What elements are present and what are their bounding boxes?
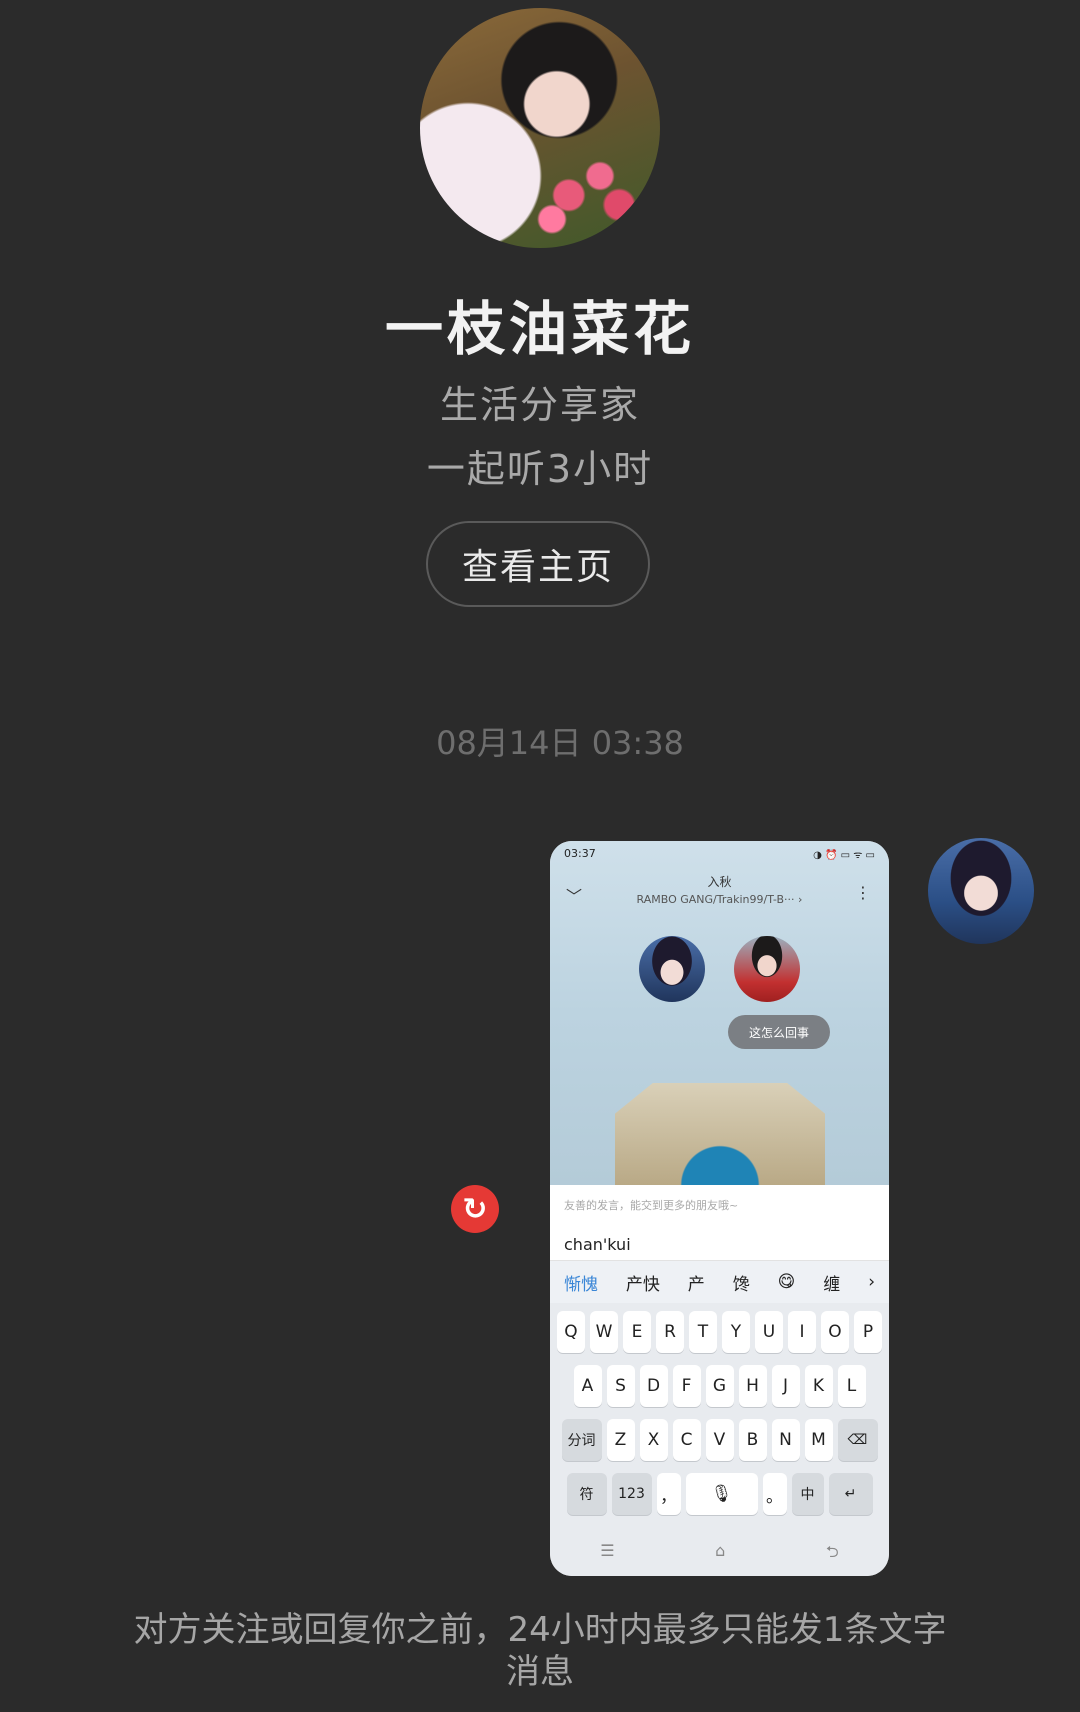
screenshot-image-message[interactable]: 03:37 ◑ ⏰ ▭ ᯤ ▭ ﹀ 入秋 RAMBO GANG/Trakin99… <box>550 841 889 1576</box>
screenshot-nav-bar: ☰ ⌂ ⮌ <box>550 1541 889 1568</box>
message-timestamp: 08月14日 03:38 <box>436 724 684 762</box>
key: U <box>755 1311 783 1353</box>
retry-icon[interactable]: ↻ <box>451 1185 499 1233</box>
key: T <box>689 1311 717 1353</box>
key: A <box>573 1365 602 1407</box>
backspace-icon: ⌫ <box>837 1419 878 1461</box>
profile-bio: 生活分享家 <box>439 383 640 427</box>
screenshot-avatar-2 <box>734 936 800 1002</box>
screenshot-status-icons: ◑ ⏰ ▭ ᯤ ▭ <box>813 850 875 861</box>
key: W <box>590 1311 618 1353</box>
candidate-item: 缠 <box>823 1274 841 1295</box>
keyboard-row-1: Q W E R T Y U I O P <box>550 1311 889 1353</box>
key: ， <box>656 1473 681 1515</box>
keyboard-row-4: 符 123 ， 🎙 。 中 ↵ <box>550 1473 889 1515</box>
keyboard-row-2: A S D F G H J K L <box>550 1365 889 1407</box>
screenshot-player-area: 03:37 ◑ ⏰ ▭ ᯤ ▭ ﹀ 入秋 RAMBO GANG/Trakin99… <box>550 841 889 1185</box>
microphone-icon: 🎙 <box>685 1473 758 1515</box>
key: K <box>804 1365 833 1407</box>
screenshot-input-placeholder: 友善的发言，能交到更多的朋友哦~ <box>550 1185 889 1231</box>
key: X <box>639 1419 668 1461</box>
key: 123 <box>611 1473 652 1515</box>
key: I <box>788 1311 816 1353</box>
key: H <box>738 1365 767 1407</box>
screenshot-artist: RAMBO GANG/Trakin99/T-B··· › <box>636 893 803 906</box>
candidate-item: › <box>868 1272 876 1292</box>
key: 符 <box>566 1473 607 1515</box>
key: D <box>639 1365 668 1407</box>
listen-together-time: 一起听3小时 <box>426 447 654 491</box>
key: L <box>837 1365 866 1407</box>
key: N <box>771 1419 800 1461</box>
keyboard-row-3: 分词 Z X C V B N M ⌫ <box>550 1419 889 1461</box>
view-profile-button[interactable]: 查看主页 <box>426 521 650 607</box>
screenshot-status-time: 03:37 <box>564 847 596 860</box>
key: S <box>606 1365 635 1407</box>
candidate-item: 馋 <box>732 1274 750 1295</box>
key: C <box>672 1419 701 1461</box>
key: O <box>821 1311 849 1353</box>
profile-avatar[interactable] <box>420 8 660 248</box>
screenshot-dragon-badge-image <box>615 1083 825 1185</box>
key: G <box>705 1365 734 1407</box>
key: V <box>705 1419 734 1461</box>
key: F <box>672 1365 701 1407</box>
back-icon: ⮌ <box>825 1542 839 1561</box>
key: 。 <box>762 1473 787 1515</box>
home-icon: ⌂ <box>715 1541 726 1560</box>
key: M <box>804 1419 833 1461</box>
key: Q <box>557 1311 585 1353</box>
candidate-item: 惭愧 <box>563 1274 598 1295</box>
candidate-item: 产 <box>687 1274 705 1295</box>
screenshot-avatar-1 <box>639 936 705 1002</box>
key: B <box>738 1419 767 1461</box>
key: R <box>656 1311 684 1353</box>
key: Z <box>606 1419 635 1461</box>
enter-icon: ↵ <box>828 1473 873 1515</box>
menu-icon: ☰ <box>600 1541 615 1560</box>
message-limit-notice: 对方关注或回复你之前，24小时内最多只能发1条文字消息 <box>133 1610 947 1692</box>
my-avatar[interactable] <box>928 838 1034 944</box>
key: 分词 <box>561 1419 602 1461</box>
profile-name: 一枝油菜花 <box>384 295 695 363</box>
key: P <box>854 1311 882 1353</box>
candidate-item: 😋 <box>777 1272 796 1292</box>
screenshot-candidate-bar: 惭愧 产快 产 馋 😋 缠 › <box>550 1261 889 1303</box>
key: J <box>771 1365 800 1407</box>
screenshot-keyboard: Q W E R T Y U I O P A S D F G H J K L 分词… <box>550 1303 889 1576</box>
key: Y <box>722 1311 750 1353</box>
candidate-item: 产快 <box>625 1274 660 1295</box>
key: 中 <box>791 1473 824 1515</box>
key: E <box>623 1311 651 1353</box>
screenshot-song-title: 入秋 <box>707 875 732 889</box>
more-icon: ⋮ <box>855 883 871 902</box>
screenshot-chat-bubble: 这怎么回事 <box>728 1015 830 1049</box>
screenshot-compose-text: chan'kui <box>550 1231 889 1261</box>
